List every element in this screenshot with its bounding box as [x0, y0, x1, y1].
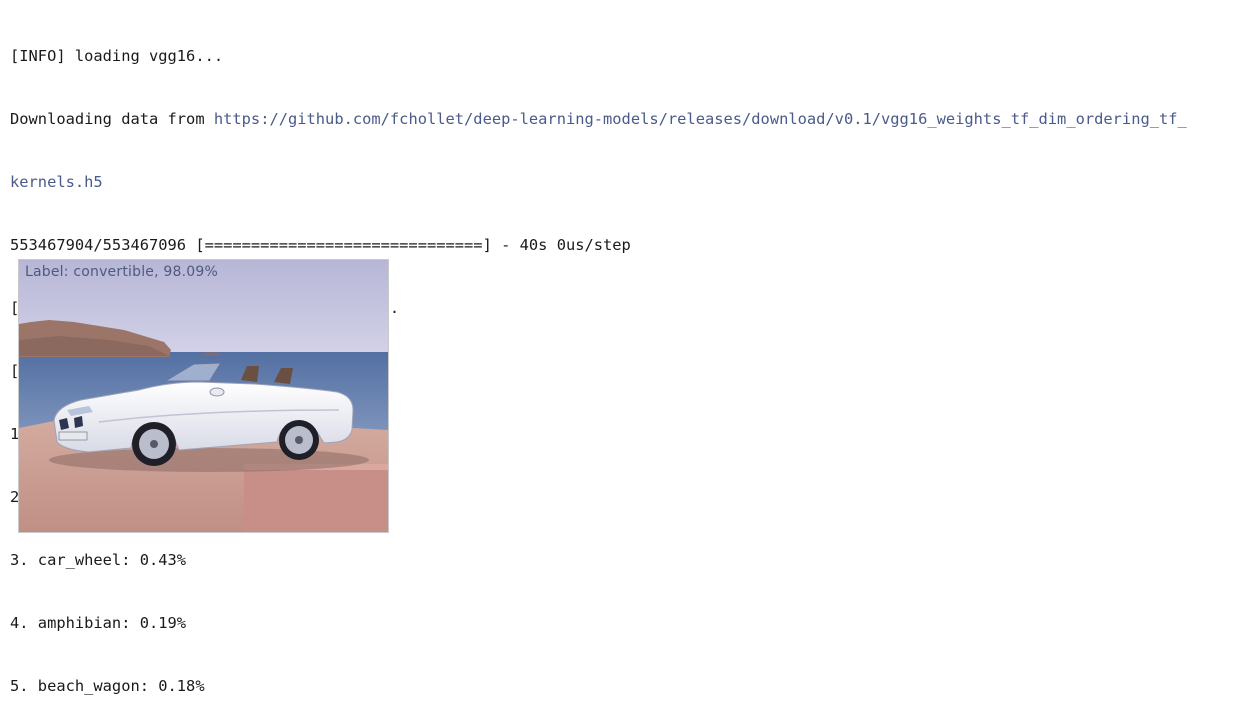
log-line-loading-model: [INFO] loading vgg16...	[10, 47, 224, 65]
download-url-link-continued[interactable]: kernels.h5	[10, 173, 103, 191]
prediction-4: 4. amphibian: 0.19%	[10, 614, 187, 632]
download-url-link[interactable]: https://github.com/fchollet/deep-learnin…	[214, 110, 1187, 128]
prediction-3: 3. car_wheel: 0.43%	[10, 551, 187, 569]
log-line-progress: 553467904/553467096 [===================…	[10, 236, 631, 254]
prediction-label-overlay: Label: convertible, 98.09%	[25, 264, 218, 280]
convertible-car-photo	[19, 260, 388, 532]
classified-image: Label: convertible, 98.09%	[18, 259, 389, 533]
log-line-downloading: Downloading data from https://github.com…	[10, 109, 1232, 130]
log-line-url-continued: kernels.h5	[10, 172, 1232, 193]
prediction-5: 5. beach_wagon: 0.18%	[10, 677, 205, 695]
download-prefix: Downloading data from	[10, 110, 214, 128]
